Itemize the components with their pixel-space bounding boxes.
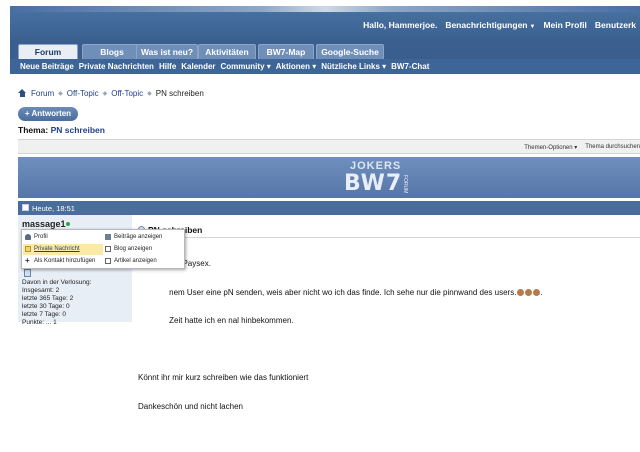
add-contact-icon xyxy=(25,255,31,266)
reply-button[interactable]: + Antworten xyxy=(18,107,78,121)
user-stats: Davon in der Verlosung: Insgesamt: 2 let… xyxy=(22,279,91,327)
notifications-link[interactable]: Benachrichtigungen ▼ xyxy=(445,20,535,30)
my-profile-link[interactable]: Mein Profil xyxy=(543,20,586,30)
user-context-menu: Profil Beiträge anzeigen Private Nachric… xyxy=(21,229,185,269)
post-line-text: nem User eine pN senden, weis aber nicht… xyxy=(138,287,517,297)
tab-whats-new[interactable]: Was ist neu? xyxy=(136,44,198,59)
post-text: em Paysex. nem User eine pN senden, weis… xyxy=(138,240,543,430)
home-icon[interactable] xyxy=(18,89,27,98)
subnav-help[interactable]: Hilfe xyxy=(159,62,176,71)
thread-title: Thema: PN schreiben xyxy=(18,125,105,135)
posts-icon xyxy=(105,234,111,240)
tab-google-search[interactable]: Google-Suche xyxy=(316,44,384,59)
thread-title-link[interactable]: PN schreiben xyxy=(51,125,105,135)
breadcrumb-separator-icon: ◆ xyxy=(58,91,63,97)
mail-icon xyxy=(25,246,31,252)
menu-item-label: Als Kontakt hinzufügen xyxy=(34,258,96,264)
post-divider xyxy=(136,237,640,238)
greeting-link[interactable]: Hallo, Hammerjoe. xyxy=(363,20,437,30)
menu-item-view-articles[interactable]: Artikel anzeigen xyxy=(103,256,185,267)
user-stat-line: letzte 7 Tage: 0 xyxy=(22,311,66,318)
menu-item-label: Beiträge anzeigen xyxy=(114,234,163,240)
post-username[interactable]: massage1 xyxy=(22,219,66,229)
breadcrumb-off-topic-2[interactable]: Off-Topic xyxy=(111,89,143,98)
menu-item-private-message[interactable]: Private Nachricht xyxy=(23,244,103,255)
post-line xyxy=(138,345,543,355)
logo-text-side: FORUM xyxy=(402,175,408,194)
blog-icon xyxy=(105,246,111,252)
smiley-icon xyxy=(525,288,533,296)
site-header: Hallo, Hammerjoe. Benachrichtigungen ▼ Me… xyxy=(10,12,640,42)
breadcrumb-off-topic-1[interactable]: Off-Topic xyxy=(67,89,99,98)
subnav-private-messages[interactable]: Private Nachrichten xyxy=(79,62,154,71)
menu-item-profile[interactable]: Profil xyxy=(23,232,103,243)
post-line: Zeit hatte ich en nal hinbekommen. xyxy=(138,316,294,325)
tab-activities[interactable]: Aktivitäten xyxy=(198,44,256,59)
user-stat-line: letzte 30 Tage: 0 xyxy=(22,303,70,310)
subnav-useful-links[interactable]: Nützliche Links ▾ xyxy=(321,62,386,71)
post-line: nem User eine pN senden, weis aber nicht… xyxy=(138,287,543,297)
forum-banner: JOKERS BW7 FORUM xyxy=(18,157,640,198)
sub-navigation: Neue Beiträge Private Nachrichten Hilfe … xyxy=(10,59,640,74)
smiley-icon xyxy=(533,288,541,296)
post-date: Heute, 18:51 xyxy=(32,204,75,213)
user-stat-line: letzte 365 Tage: 2 xyxy=(22,295,74,302)
thread-tools-bar: Themen-Optionen ▾ Thema durchsuchen xyxy=(18,139,640,154)
logo-text-main: BW7 xyxy=(344,171,403,196)
user-links: Hallo, Hammerjoe. Benachrichtigungen ▼ Me… xyxy=(363,20,636,30)
breadcrumb-separator-icon: ◆ xyxy=(102,91,108,97)
tab-forum[interactable]: Forum xyxy=(18,44,78,59)
post-line: Dankeschön und nicht lachen xyxy=(138,401,243,411)
thread-title-prefix: Thema: xyxy=(18,125,49,135)
chevron-down-icon: ▼ xyxy=(529,24,536,30)
calendar-icon xyxy=(22,204,29,211)
subnav-actions[interactable]: Aktionen ▾ xyxy=(276,62,316,71)
stats-icon xyxy=(24,269,31,277)
user-stat-line: Davon in der Verlosung: xyxy=(22,279,92,286)
subnav-new-posts[interactable]: Neue Beiträge xyxy=(20,62,74,71)
menu-item-view-blog[interactable]: Blog anzeigen xyxy=(103,244,185,255)
menu-item-view-posts[interactable]: Beiträge anzeigen xyxy=(103,232,185,243)
article-icon xyxy=(105,258,111,264)
menu-item-label: Private Nachricht xyxy=(34,246,80,252)
jokers-bw7-logo: JOKERS BW7 FORUM xyxy=(328,159,408,197)
post-line: Könnt ihr mir kurz schreiben wie das fun… xyxy=(138,373,309,382)
post-body: PN schreiben em Paysex. nem User eine pN… xyxy=(132,215,640,411)
user-stat-line: Punkte: ... 1 xyxy=(22,319,57,326)
subnav-calendar[interactable]: Kalender xyxy=(181,62,215,71)
user-stat-line: Insgesamt: 2 xyxy=(22,287,60,294)
post-date-bar: Heute, 18:51 xyxy=(18,201,640,215)
breadcrumb-separator-icon: ◆ xyxy=(147,91,152,97)
main-tabs: Forum Blogs Was ist neu? Aktivitäten BW7… xyxy=(10,42,640,59)
tab-blogs[interactable]: Blogs xyxy=(82,44,142,59)
thread-options-dropdown[interactable]: Themen-Optionen ▾ xyxy=(524,144,577,151)
subnav-community[interactable]: Community ▾ xyxy=(221,62,271,71)
breadcrumb: Forum ◆ Off-Topic ◆ Off-Topic ◆ PN schre… xyxy=(18,89,204,98)
notifications-label: Benachrichtigungen xyxy=(445,20,528,30)
breadcrumb-current: PN schreiben xyxy=(155,89,204,98)
menu-item-add-contact[interactable]: Als Kontakt hinzufügen xyxy=(23,255,103,267)
search-thread-dropdown[interactable]: Thema durchsuchen xyxy=(585,144,640,151)
menu-item-label: Artikel anzeigen xyxy=(114,258,157,264)
subnav-bw7-chat[interactable]: BW7-Chat xyxy=(391,62,429,71)
online-status-icon xyxy=(66,222,70,226)
smiley-icon xyxy=(517,288,525,296)
person-icon xyxy=(25,234,31,240)
breadcrumb-forum[interactable]: Forum xyxy=(31,89,54,98)
menu-item-label: Profil xyxy=(34,234,48,240)
user-cp-link[interactable]: Benutzerk xyxy=(595,20,636,30)
menu-item-label: Blog anzeigen xyxy=(114,246,153,252)
tab-bw7-map[interactable]: BW7-Map xyxy=(258,44,314,59)
top-strip xyxy=(0,0,640,12)
post-line: em Paysex. xyxy=(169,259,211,268)
